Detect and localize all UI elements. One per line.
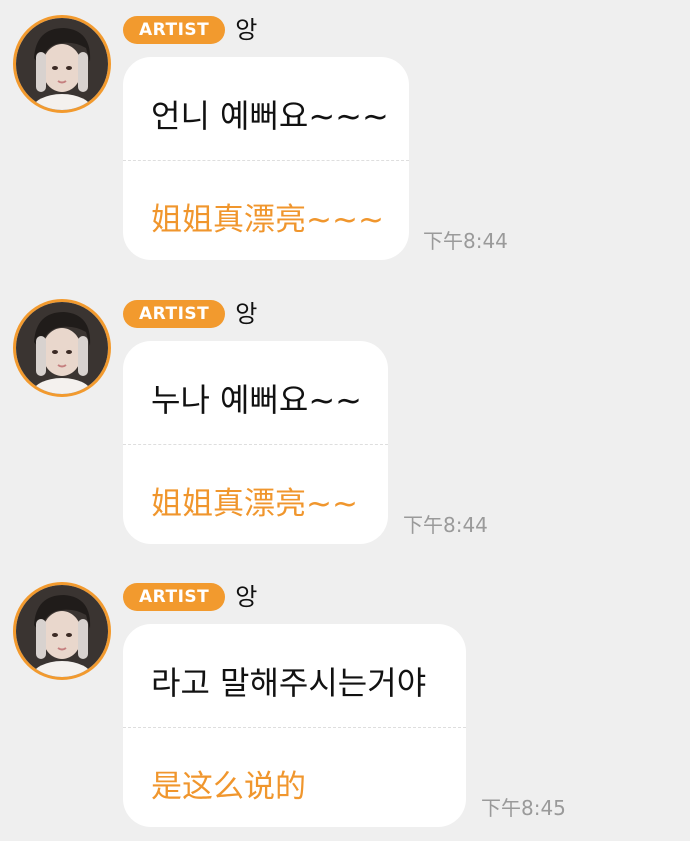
message-header: ARTIST 앙 — [123, 15, 257, 45]
message-korean-text: 누나 예뻐요~~ — [151, 381, 362, 419]
message-bubble[interactable]: 누나 예뻐요~~ 姐姐真漂亮~~ — [123, 341, 388, 544]
avatar[interactable] — [13, 15, 111, 113]
message-korean-text: 언니 예뻐요~~~ — [151, 97, 389, 135]
artist-badge: ARTIST — [123, 583, 226, 611]
chat-thread: ARTIST 앙 언니 예뻐요~~~ 姐姐真漂亮~~~ 下午8:44 ARTIS… — [0, 0, 690, 841]
translation-divider — [123, 444, 388, 445]
message-bubble[interactable]: 언니 예뻐요~~~ 姐姐真漂亮~~~ — [123, 57, 409, 260]
message-timestamp: 下午8:44 — [403, 513, 488, 537]
artist-badge: ARTIST — [123, 300, 226, 328]
message-header: ARTIST 앙 — [123, 299, 257, 329]
artist-badge: ARTIST — [123, 16, 226, 44]
translation-divider — [123, 727, 466, 728]
message-korean-text: 라고 말해주시는거야 — [151, 664, 427, 702]
sender-name: 앙 — [235, 583, 258, 611]
message-bubble[interactable]: 라고 말해주시는거야 是这么说的 — [123, 624, 466, 827]
avatar-photo-icon — [16, 585, 108, 677]
message-timestamp: 下午8:44 — [423, 229, 508, 253]
avatar[interactable] — [13, 582, 111, 680]
message-translation-text: 是这么说的 — [151, 769, 306, 805]
chat-message: ARTIST 앙 라고 말해주시는거야 是这么说的 下午8:45 — [0, 567, 690, 841]
message-header: ARTIST 앙 — [123, 582, 257, 612]
sender-name: 앙 — [235, 300, 258, 328]
message-translation-text: 姐姐真漂亮~~ — [151, 486, 358, 522]
message-translation-text: 姐姐真漂亮~~~ — [151, 202, 384, 238]
sender-name: 앙 — [235, 16, 258, 44]
avatar-photo-icon — [16, 18, 108, 110]
chat-message: ARTIST 앙 누나 예뻐요~~ 姐姐真漂亮~~ 下午8:44 — [0, 284, 690, 568]
chat-message: ARTIST 앙 언니 예뻐요~~~ 姐姐真漂亮~~~ 下午8:44 — [0, 0, 690, 284]
translation-divider — [123, 160, 409, 161]
avatar-photo-icon — [16, 302, 108, 394]
avatar[interactable] — [13, 299, 111, 397]
message-timestamp: 下午8:45 — [481, 796, 566, 820]
